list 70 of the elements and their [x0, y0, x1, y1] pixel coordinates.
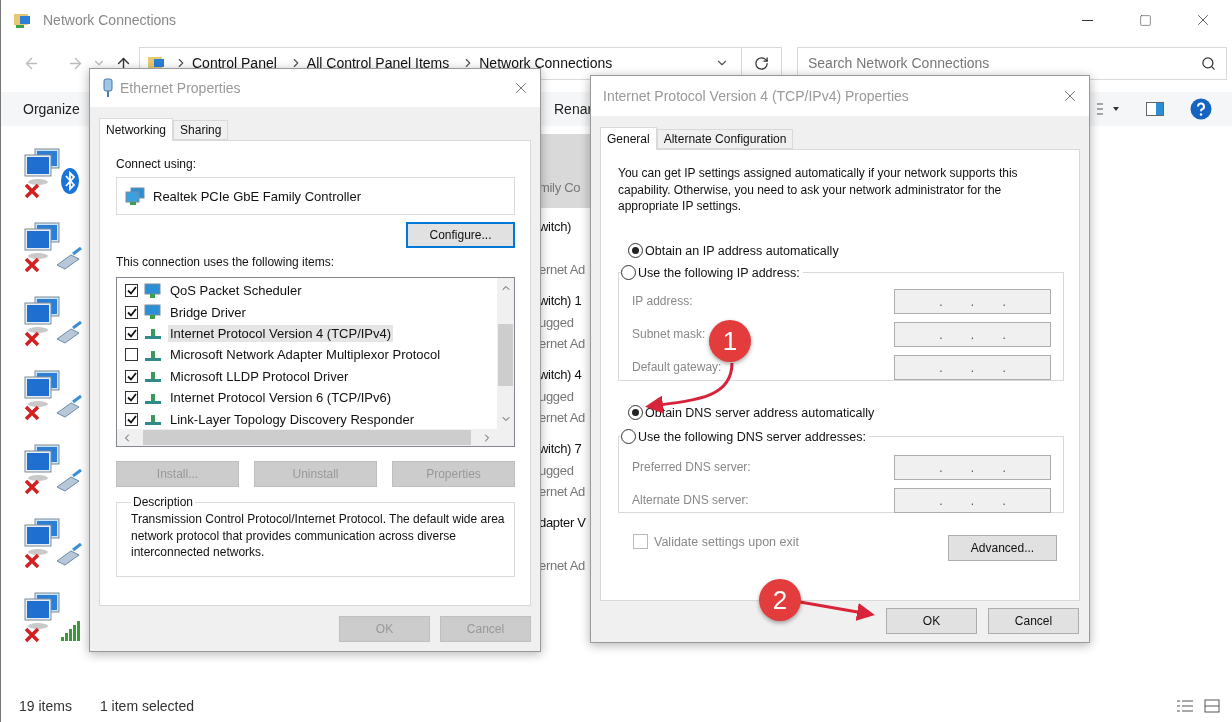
list-item[interactable]: Bridge Driver [168, 303, 248, 321]
intro-text: You can get IP settings assigned automatically if your network supports this capability. Otherwise, you need to ask your network administrator for the appropriate IP settings. [618, 165, 1019, 215]
window-title: Network Connections [43, 12, 177, 28]
checkbox[interactable] [125, 391, 138, 405]
item-count: 19 items [19, 698, 72, 714]
network-cable-icon [102, 78, 114, 98]
dialog-button[interactable]: Cancel [988, 608, 1079, 634]
list-item[interactable]: Internet Protocol Version 4 (TCP/IPv4) [168, 324, 394, 342]
field-label: Preferred DNS server: [632, 460, 751, 474]
scrollbar-thumb[interactable] [143, 430, 471, 445]
field-label: Connect using: [116, 157, 198, 171]
ip-address-field[interactable]: . . . [894, 354, 1051, 380]
checkbox[interactable] [125, 305, 138, 319]
ip-address-field[interactable]: . . . [894, 321, 1051, 347]
ip-address-field[interactable]: . . . [894, 454, 1051, 480]
list-label: This connection uses the following items: [116, 255, 336, 269]
details-view-icon[interactable] [1176, 699, 1194, 713]
list-item[interactable]: QoS Packet Scheduler [168, 282, 304, 300]
checkbox[interactable] [125, 412, 138, 426]
list-item[interactable]: Microsoft Network Adapter Multiplexor Protocol [168, 346, 443, 364]
minimize-icon [1081, 19, 1093, 21]
dialog-title: Internet Protocol Version 4 (TCP/IPv4) Properties [603, 88, 910, 104]
field-label: Subnet mask: [632, 327, 706, 341]
radio-button[interactable] [628, 405, 643, 420]
large-icons-view-icon[interactable] [1204, 699, 1220, 713]
ip-address-field[interactable]: . . . [894, 288, 1051, 314]
checkbox[interactable] [125, 348, 138, 362]
breadcrumb-item[interactable]: All Control Panel Items [306, 55, 450, 71]
tab[interactable]: Networking [99, 118, 174, 141]
field-label: Default gateway: [632, 360, 722, 374]
network-service-icon [144, 304, 162, 321]
horizontal-scrollbar[interactable] [117, 429, 497, 446]
network-service-icon [144, 282, 162, 299]
ip-address-field[interactable]: . . . [894, 487, 1051, 513]
dialog-title: Ethernet Properties [120, 80, 242, 96]
breadcrumb-item[interactable]: Control Panel [192, 55, 277, 71]
field-label: Alternate DNS server: [632, 493, 749, 507]
vertical-scrollbar[interactable] [497, 278, 514, 429]
adapter-name: Realtek PCIe GbE Family Controller [153, 188, 362, 204]
group-title: Description [132, 495, 195, 509]
scrollbar-thumb[interactable] [498, 324, 513, 386]
configure-button[interactable]: Configure... [406, 222, 515, 248]
tab[interactable]: Sharing [173, 120, 229, 140]
checkbox[interactable] [125, 326, 138, 340]
help-icon[interactable] [1190, 98, 1212, 120]
list-item[interactable]: Microsoft LLDP Protocol Driver [168, 367, 351, 385]
preview-pane-icon[interactable] [1146, 102, 1164, 116]
field-label: IP address: [632, 294, 693, 308]
dialog-button[interactable]: OK [886, 608, 977, 634]
view-options-icon[interactable] [1096, 102, 1120, 116]
checkbox[interactable] [125, 284, 138, 298]
checkbox-label: Validate settings upon exit [654, 534, 799, 549]
network-adapter-icon [125, 187, 145, 205]
checkbox[interactable] [125, 369, 138, 383]
radio-label: Obtain an IP address automatically [645, 243, 842, 258]
list-item[interactable]: Internet Protocol Version 6 (TCP/IPv6) [168, 389, 394, 407]
radio-button[interactable] [621, 429, 636, 444]
description-text: Transmission Control Protocol/Internet Protocol. The default wide area network protocol that provides communication across diverse interconnected networks. [131, 511, 506, 561]
radio-button[interactable] [628, 243, 643, 258]
maximize-icon [1138, 13, 1152, 27]
selection-count: 1 item selected [99, 698, 195, 714]
refresh-icon [754, 55, 769, 71]
tab[interactable]: Alternate Configuration [656, 129, 794, 149]
network-folder-icon [13, 11, 33, 29]
search-icon [1201, 55, 1216, 71]
tab[interactable]: General [600, 127, 657, 150]
advanced-button[interactable]: Advanced... [948, 534, 1057, 561]
radio-button[interactable] [621, 265, 636, 280]
list-item[interactable]: Link-Layer Topology Discovery Responder [168, 410, 416, 428]
breadcrumb-item[interactable]: Network Connections [479, 55, 613, 71]
